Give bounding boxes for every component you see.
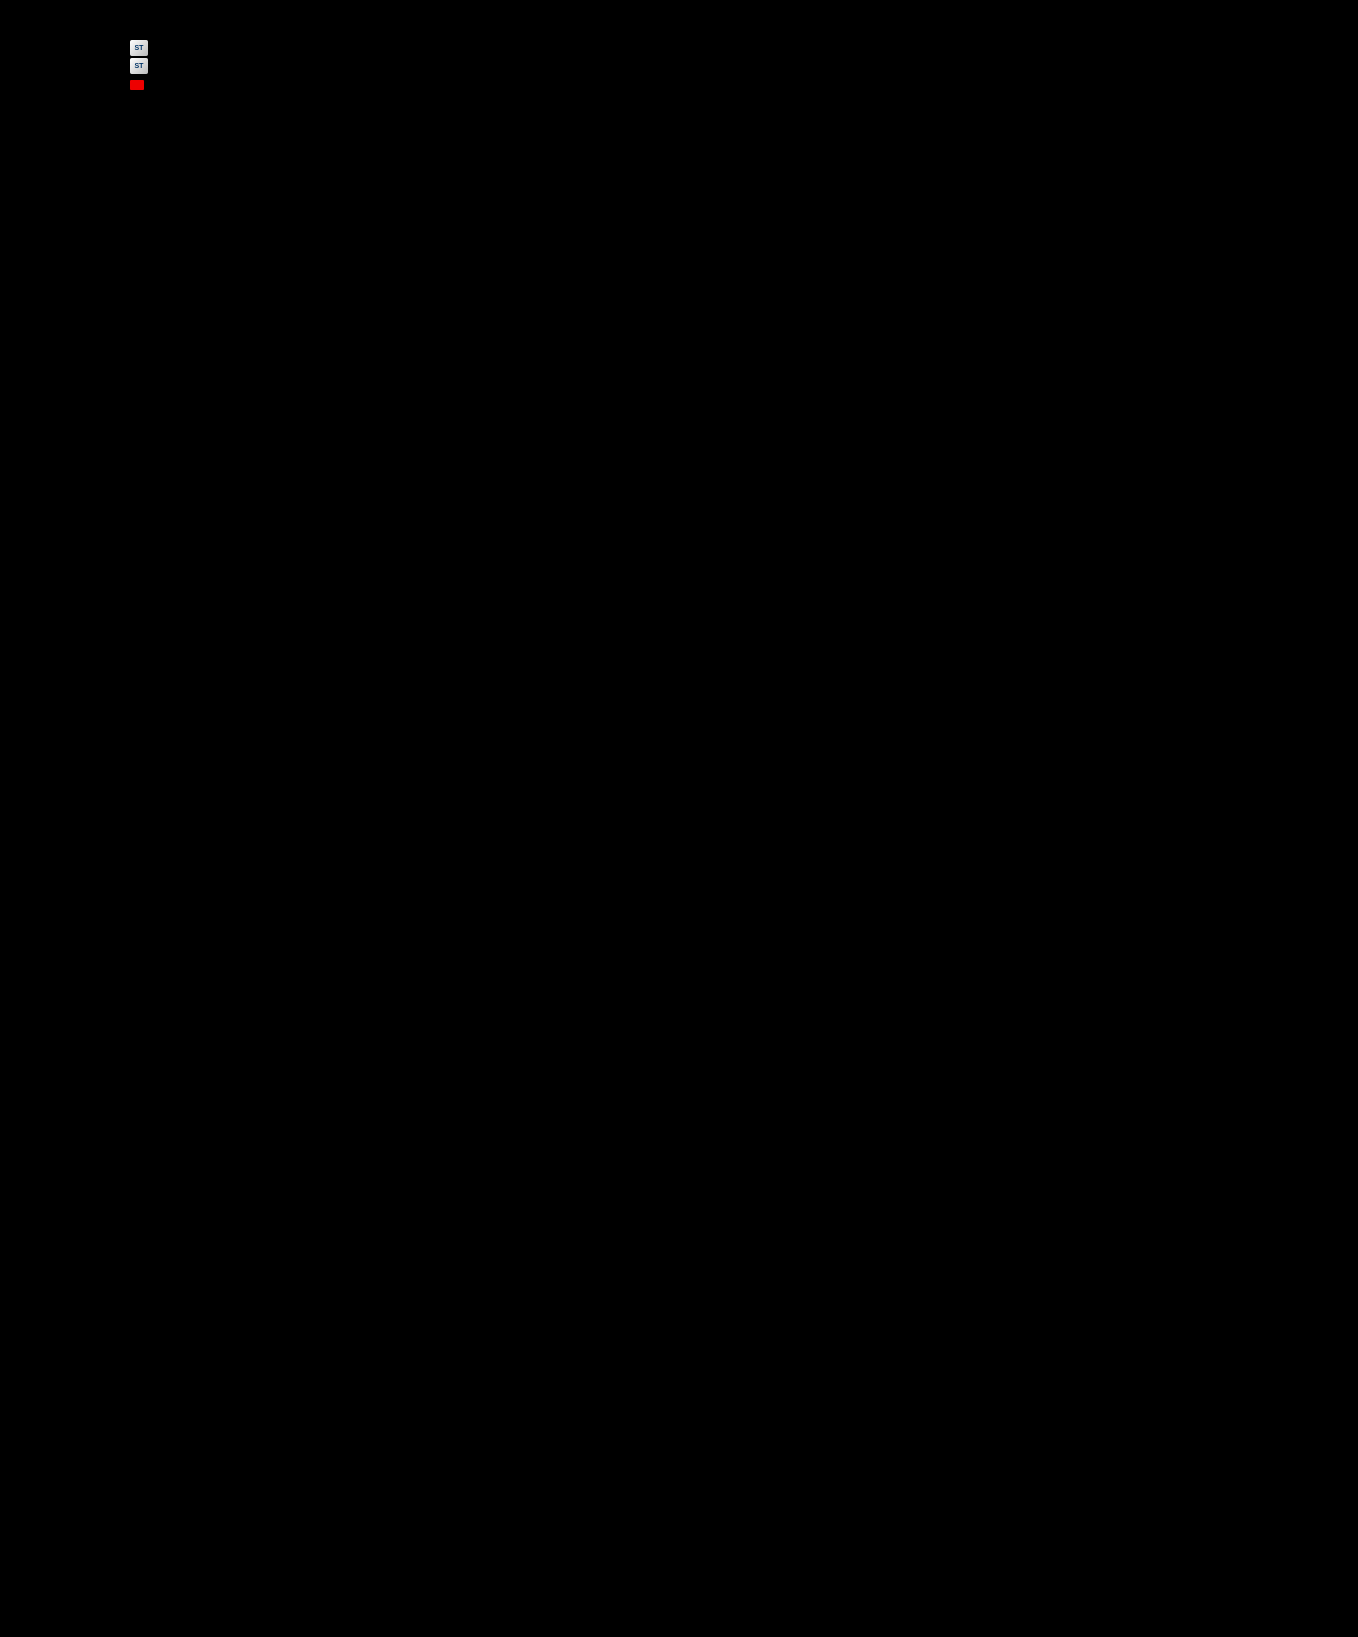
diagram-layout: ST ST: [50, 40, 1308, 90]
right-column: ST ST: [60, 40, 1308, 90]
reference-link[interactable]: [130, 80, 1308, 90]
package-icon: ST: [130, 40, 148, 56]
oracle-icon: [130, 80, 144, 90]
package-header-sub: ST: [130, 58, 1308, 74]
package-header: ST: [130, 40, 1308, 56]
package-icon: ST: [130, 58, 148, 74]
